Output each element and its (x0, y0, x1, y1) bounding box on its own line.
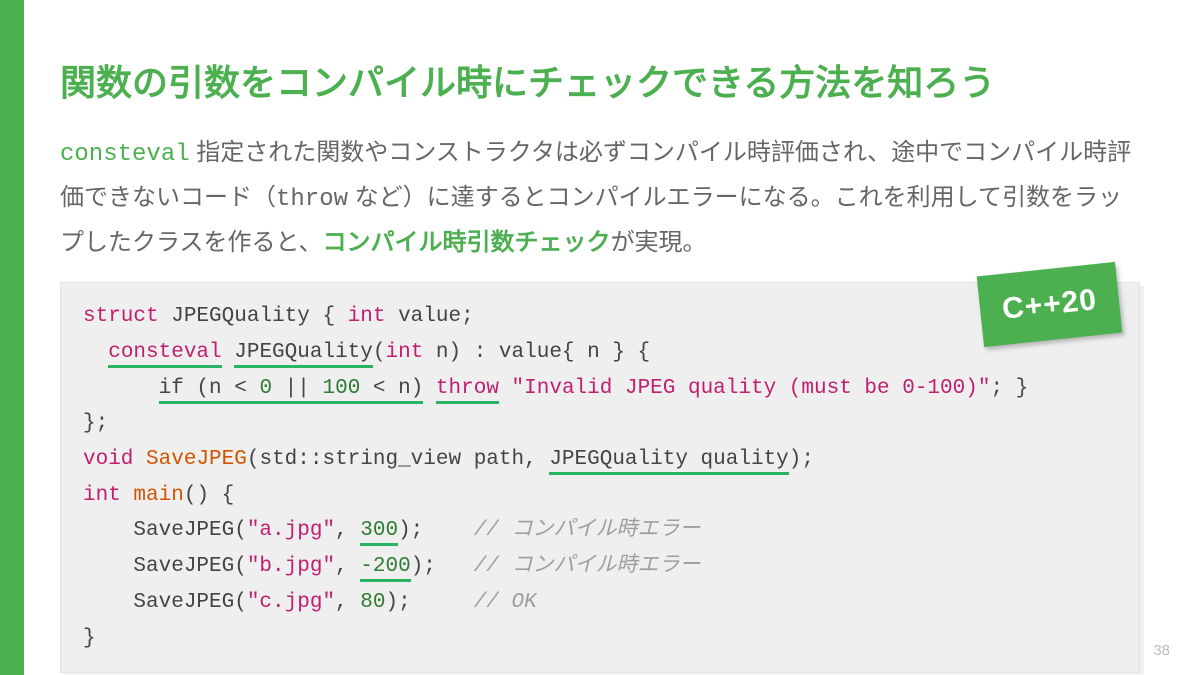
code-token: } (83, 627, 96, 650)
code-comment: // コンパイル時エラー (474, 555, 701, 578)
accent-bar (0, 0, 24, 675)
code-token: SaveJPEG( (83, 519, 247, 542)
slide-title: 関数の引数をコンパイル時にチェックできる方法を知ろう (60, 60, 1140, 107)
code-token: SaveJPEG( (83, 555, 247, 578)
code-token: ); (789, 448, 814, 471)
code-token-arg: 80 (360, 591, 385, 614)
code-token (423, 377, 436, 400)
code-token-param: JPEGQuality quality (549, 448, 788, 475)
code-token-throw: throw (436, 377, 499, 404)
code-comment: // OK (474, 591, 537, 614)
code-token: () { (184, 484, 234, 507)
cpp20-badge: C++20 (977, 262, 1123, 347)
code-token: ); (398, 519, 474, 542)
code-token (83, 377, 159, 400)
code-token-if: if (n < 0 || 100 < n) (159, 377, 424, 404)
code-token: ( (373, 341, 386, 364)
code-token: }; (83, 412, 108, 435)
code-token: , (335, 555, 360, 578)
code-token: , (335, 519, 360, 542)
code-token: int (348, 305, 386, 328)
inline-code-consteval: consteval (60, 141, 190, 168)
code-token: int (83, 484, 121, 507)
code-block: C++20struct JPEGQuality { int value; con… (60, 282, 1140, 673)
code-token: ); (385, 591, 473, 614)
code-token: ; } (990, 377, 1028, 400)
code-token-ctor: JPEGQuality (234, 341, 373, 368)
code-token (499, 377, 512, 400)
code-token: SaveJPEG( (83, 591, 247, 614)
code-token: struct (83, 305, 159, 328)
code-token-arg: 300 (360, 519, 398, 546)
code-token-consteval: consteval (108, 341, 221, 368)
code-token (133, 448, 146, 471)
body-paragraph: consteval 指定された関数やコンストラクタは必ずコンパイル時評価され、途… (60, 131, 1140, 265)
code-token (222, 341, 235, 364)
code-token-main: main (133, 484, 183, 507)
code-token: , (335, 591, 360, 614)
slide: 関数の引数をコンパイル時にチェックできる方法を知ろう consteval 指定さ… (0, 0, 1200, 675)
code-token: "c.jpg" (247, 591, 335, 614)
code-token: n) : value{ n } { (423, 341, 650, 364)
code-token: "b.jpg" (247, 555, 335, 578)
code-token (121, 484, 134, 507)
page-number: 38 (1153, 642, 1170, 659)
code-token: value; (385, 305, 473, 328)
body-text-3: が実現。 (611, 229, 707, 256)
code-token: ); (411, 555, 474, 578)
code-token: "a.jpg" (247, 519, 335, 542)
code-token: (std::string_view path, (247, 448, 549, 471)
code-token-fn: SaveJPEG (146, 448, 247, 471)
code-token-arg: -200 (360, 555, 410, 582)
code-token: void (83, 448, 133, 471)
code-token-string: "Invalid JPEG quality (must be 0-100)" (512, 377, 991, 400)
inline-code-throw: throw (276, 186, 348, 213)
code-token (83, 341, 108, 364)
body-highlight: コンパイル時引数チェック (323, 229, 611, 256)
code-token: JPEGQuality { (159, 305, 348, 328)
code-comment: // コンパイル時エラー (474, 519, 701, 542)
code-token: int (385, 341, 423, 364)
